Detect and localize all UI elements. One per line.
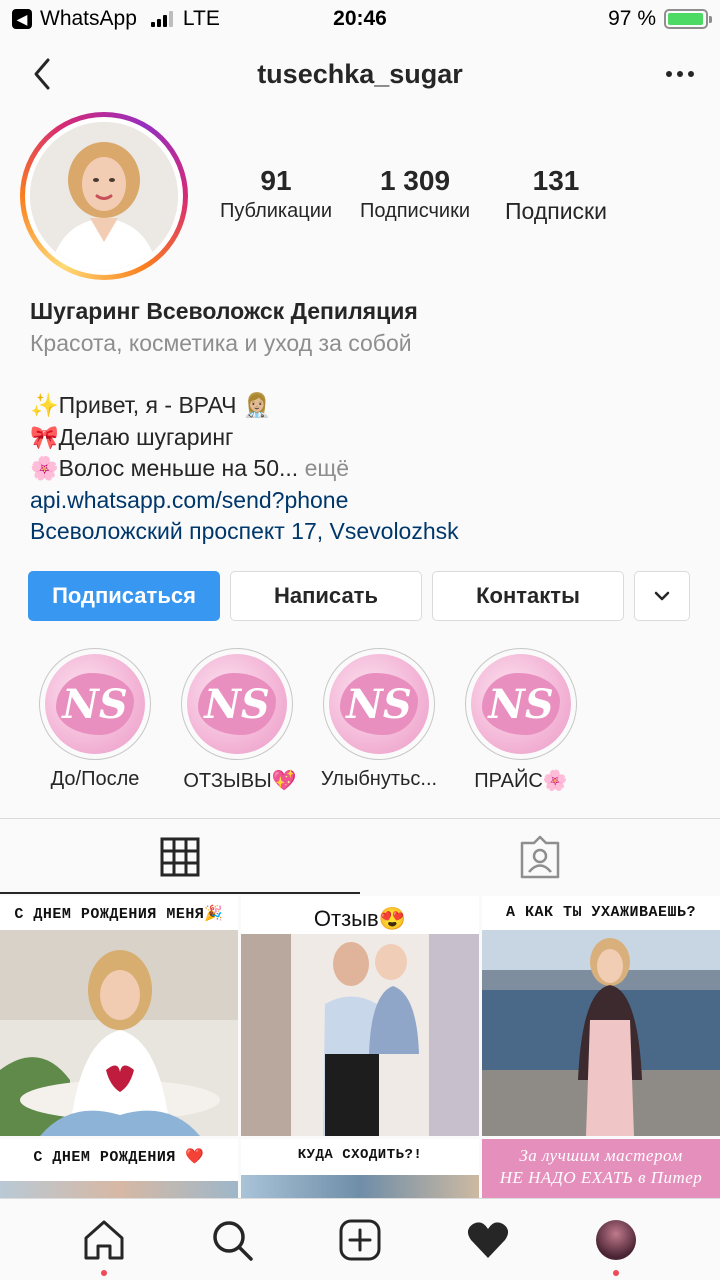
- avatar-photo: [30, 122, 178, 270]
- back-to-app-icon[interactable]: ◀: [12, 9, 32, 29]
- tab-tagged[interactable]: [360, 819, 720, 895]
- followers-label: Подписчики: [359, 200, 471, 222]
- tab-new-post[interactable]: [330, 1210, 390, 1270]
- tagged-person-icon: [520, 835, 560, 879]
- active-tab-indicator: [0, 892, 360, 894]
- bio-line: ✨Привет, я - ВРАЧ 👩🏼‍⚕️: [30, 392, 272, 418]
- back-app-label[interactable]: WhatsApp: [40, 7, 137, 31]
- posts-count: 91: [260, 165, 292, 196]
- post-photo: [482, 930, 720, 1136]
- highlight-reviews[interactable]: NS ОТЗЫВЫ💖: [166, 648, 308, 793]
- back-chevron-icon[interactable]: [26, 54, 60, 94]
- highlight-smile[interactable]: NS Улыбнутьс...: [308, 648, 450, 793]
- post-caption: За лучшим мастером НЕ НАДО ЕХАТЬ в Питер: [482, 1145, 720, 1189]
- search-icon: [213, 1220, 253, 1261]
- story-highlights: NS До/После NS ОТЗЫВЫ💖 NS Улыбнутьс... N…: [24, 648, 592, 793]
- post-thumbnail[interactable]: С ДНЕМ РОЖДЕНИЯ ❤️: [0, 1139, 238, 1203]
- profile-tabs: [0, 819, 720, 895]
- post-thumbnail[interactable]: А КАК ТЫ УХАЖИВАЕШЬ?: [482, 896, 720, 1136]
- highlight-label: ОТЗЫВЫ💖: [183, 770, 297, 792]
- profile-avatar-icon: [596, 1219, 636, 1260]
- post-caption: Отзыв😍: [313, 906, 407, 931]
- bio-line: 🎀Делаю шугаринг: [30, 423, 234, 450]
- post-thumbnail[interactable]: КУДА СХОДИТЬ?!: [241, 1139, 479, 1203]
- highlight-logo: NS: [56, 673, 134, 735]
- battery-icon: [664, 9, 712, 29]
- cell-signal-icon: [150, 11, 173, 27]
- stat-following[interactable]: 131 Подписки: [486, 164, 626, 225]
- home-icon: [84, 1220, 124, 1259]
- profile-username: tusechka_sugar: [257, 58, 463, 89]
- profile-actions: Подписаться Написать Контакты: [28, 571, 692, 621]
- follow-button[interactable]: Подписаться: [28, 571, 220, 621]
- website-link[interactable]: api.whatsapp.com/send?phone: [30, 485, 690, 517]
- post-caption: КУДА СХОДИТЬ?!: [297, 1147, 423, 1163]
- posts-label: Публикации: [219, 200, 333, 222]
- highlight-logo: NS: [482, 673, 560, 735]
- followers-count: 1 309: [379, 165, 451, 196]
- profile-category: Красота, косметика и уход за собой: [30, 329, 412, 356]
- highlight-logo: NS: [340, 673, 418, 735]
- network-type: LTE: [182, 7, 220, 30]
- tab-search[interactable]: [202, 1210, 262, 1270]
- post-caption-line: НЕ НАДО ЕХАТЬ в Питер: [499, 1168, 703, 1187]
- post-caption: А КАК ТЫ УХАЖИВАЕШЬ?: [505, 904, 697, 921]
- add-post-icon: [339, 1219, 381, 1260]
- post-photo: [241, 934, 479, 1136]
- chevron-down-icon: [654, 591, 670, 601]
- profile-header: tusechka_sugar: [0, 44, 720, 104]
- bio-more-link[interactable]: ещё: [305, 455, 350, 481]
- tab-grid[interactable]: [0, 819, 360, 895]
- notification-dot: [101, 1269, 107, 1276]
- profile-name: Шугаринг Всеволожск Депиляция: [30, 298, 418, 324]
- highlight-label: Улыбнутьс...: [320, 768, 438, 790]
- message-button[interactable]: Написать: [230, 571, 422, 621]
- suggested-accounts-button[interactable]: [634, 571, 690, 621]
- notification-dot: [613, 1269, 619, 1276]
- following-label: Подписки: [505, 198, 607, 224]
- post-caption: С ДНЕМ РОЖДЕНИЯ ❤️: [33, 1149, 205, 1166]
- stat-posts[interactable]: 91 Публикации: [208, 164, 344, 225]
- highlight-price[interactable]: NS ПРАЙС🌸: [450, 648, 592, 793]
- highlight-before-after[interactable]: NS До/После: [24, 648, 166, 793]
- profile-bio: Шугаринг Всеволожск Депиляция Красота, к…: [30, 296, 690, 548]
- battery-percent: 97 %: [608, 7, 656, 30]
- contacts-button[interactable]: Контакты: [432, 571, 624, 621]
- stat-followers[interactable]: 1 309 Подписчики: [344, 164, 486, 225]
- posts-grid: С ДНЕМ РОЖДЕНИЯ МЕНЯ🎉 Отзыв😍 А КАК ТЫ УХ…: [0, 896, 720, 1203]
- tab-activity[interactable]: [458, 1210, 518, 1270]
- post-caption: С ДНЕМ РОЖДЕНИЯ МЕНЯ🎉: [14, 906, 224, 923]
- bottom-tab-bar: [0, 1198, 720, 1280]
- post-photo: [0, 930, 238, 1136]
- following-count: 131: [532, 165, 580, 196]
- highlight-label: ПРАЙС🌸: [474, 770, 568, 792]
- profile-stats: 91 Публикации 1 309 Подписчики 131 Подпи…: [208, 164, 628, 225]
- address-link[interactable]: Всеволожский проспект 17, Vsevolozhsk: [30, 516, 690, 548]
- post-thumbnail[interactable]: Отзыв😍: [241, 896, 479, 1136]
- post-caption-line: За лучшим мастером: [519, 1146, 683, 1165]
- highlight-logo: NS: [198, 673, 276, 735]
- profile-avatar[interactable]: [20, 112, 188, 280]
- tab-profile[interactable]: [586, 1210, 646, 1276]
- post-thumbnail[interactable]: С ДНЕМ РОЖДЕНИЯ МЕНЯ🎉: [0, 896, 238, 1136]
- tab-home[interactable]: [74, 1210, 134, 1276]
- post-thumbnail[interactable]: За лучшим мастером НЕ НАДО ЕХАТЬ в Питер: [482, 1139, 720, 1203]
- bio-line: 🌸Волос меньше на 50...: [30, 455, 299, 481]
- grid-icon: [160, 837, 200, 877]
- more-options-icon[interactable]: [666, 62, 694, 86]
- status-bar: ◀ WhatsApp LTE 20:46 97 %: [0, 0, 720, 38]
- highlight-label: До/После: [50, 768, 140, 790]
- heart-icon: [467, 1221, 509, 1258]
